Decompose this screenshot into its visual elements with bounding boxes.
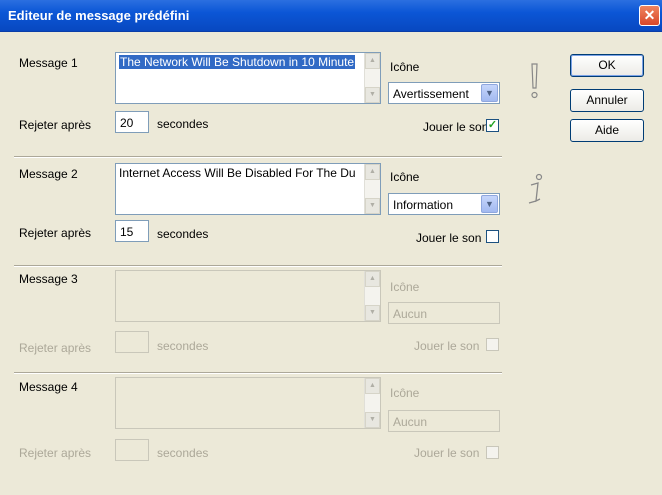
message-1-reject-label: Rejeter après [19, 118, 92, 132]
message-3-label: Message 3 [19, 272, 78, 286]
message-2-sound-label: Jouer le son [416, 231, 482, 245]
message-1-sound-label: Jouer le son [423, 120, 489, 134]
message-2-scrollbar[interactable]: ▲ ▼ [364, 164, 380, 214]
separator-3 [14, 372, 502, 374]
message-4-text[interactable]: ▲ ▼ [115, 377, 381, 429]
message-1-icon-label: Icône [390, 60, 420, 74]
message-2-label: Message 2 [19, 167, 78, 181]
message-2-seconds-value: 15 [120, 225, 134, 239]
message-1-seconds-input[interactable]: 20 [115, 111, 149, 133]
message-3-sound-checkbox[interactable] [486, 338, 499, 351]
message-2-reject-label: Rejeter après [19, 226, 92, 240]
message-4-scrollbar[interactable]: ▲ ▼ [364, 378, 380, 428]
separator-2 [14, 265, 502, 267]
message-2-seconds-label: secondes [157, 227, 209, 241]
message-4-seconds-input[interactable] [115, 439, 149, 461]
message-4-reject-label: Rejeter après [19, 446, 92, 460]
cancel-button[interactable]: Annuler [570, 89, 644, 112]
message-3-seconds-label: secondes [157, 339, 209, 353]
message-1-icon-select[interactable]: Avertissement ▼ [388, 82, 500, 104]
message-3-icon-value: Aucun [393, 307, 428, 321]
message-4-sound-label: Jouer le son [414, 446, 480, 460]
close-button[interactable]: ✕ [639, 5, 660, 26]
message-3-seconds-input[interactable] [115, 331, 149, 353]
exclamation-icon [531, 63, 538, 99]
message-2-seconds-input[interactable]: 15 [115, 220, 149, 242]
message-4-icon-label: Icône [390, 386, 420, 400]
message-1-sound-checkbox[interactable]: ✓ [486, 119, 499, 132]
message-4-sound-checkbox[interactable] [486, 446, 499, 459]
message-1-label: Message 1 [19, 56, 78, 70]
message-2-icon-select[interactable]: Information ▼ [388, 193, 500, 215]
message-2-sound-checkbox[interactable] [486, 230, 499, 243]
message-1-icon-value: Avertissement [393, 87, 469, 101]
message-1-seconds-value: 20 [120, 116, 134, 130]
message-1-value: The Network Will Be Shutdown in 10 Minut… [119, 55, 356, 69]
close-icon: ✕ [643, 7, 656, 23]
ok-button[interactable]: OK [570, 54, 644, 77]
message-3-reject-label: Rejeter après [19, 341, 92, 355]
message-2-value: Internet Access Will Be Disabled For The… [119, 166, 356, 180]
message-3-icon-label: Icône [390, 280, 420, 294]
message-2-icon-label: Icône [390, 170, 420, 184]
message-1-scrollbar[interactable]: ▲ ▼ [364, 53, 380, 103]
message-3-sound-label: Jouer le son [414, 339, 480, 353]
message-4-label: Message 4 [19, 380, 78, 394]
information-icon [528, 173, 543, 204]
message-4-icon-select[interactable]: Aucun ▼ [388, 410, 500, 432]
message-2-icon-value: Information [393, 198, 454, 212]
message-3-scrollbar[interactable]: ▲ ▼ [364, 271, 380, 321]
message-3-text[interactable]: ▲ ▼ [115, 270, 381, 322]
message-3-icon-select[interactable]: Aucun ▼ [388, 302, 500, 324]
message-4-seconds-label: secondes [157, 446, 209, 460]
message-1-seconds-label: secondes [157, 117, 209, 131]
message-4-icon-value: Aucun [393, 415, 428, 429]
title-bar: Editeur de message prédéfini ✕ [0, 0, 662, 32]
help-button[interactable]: Aide [570, 119, 644, 142]
message-1-text[interactable]: The Network Will Be Shutdown in 10 Minut… [115, 52, 381, 104]
window-title: Editeur de message prédéfini [8, 8, 190, 23]
message-2-text[interactable]: Internet Access Will Be Disabled For The… [115, 163, 381, 215]
separator-1 [14, 156, 502, 158]
chevron-down-icon[interactable]: ▼ [481, 195, 498, 213]
chevron-down-icon[interactable]: ▼ [481, 84, 498, 102]
